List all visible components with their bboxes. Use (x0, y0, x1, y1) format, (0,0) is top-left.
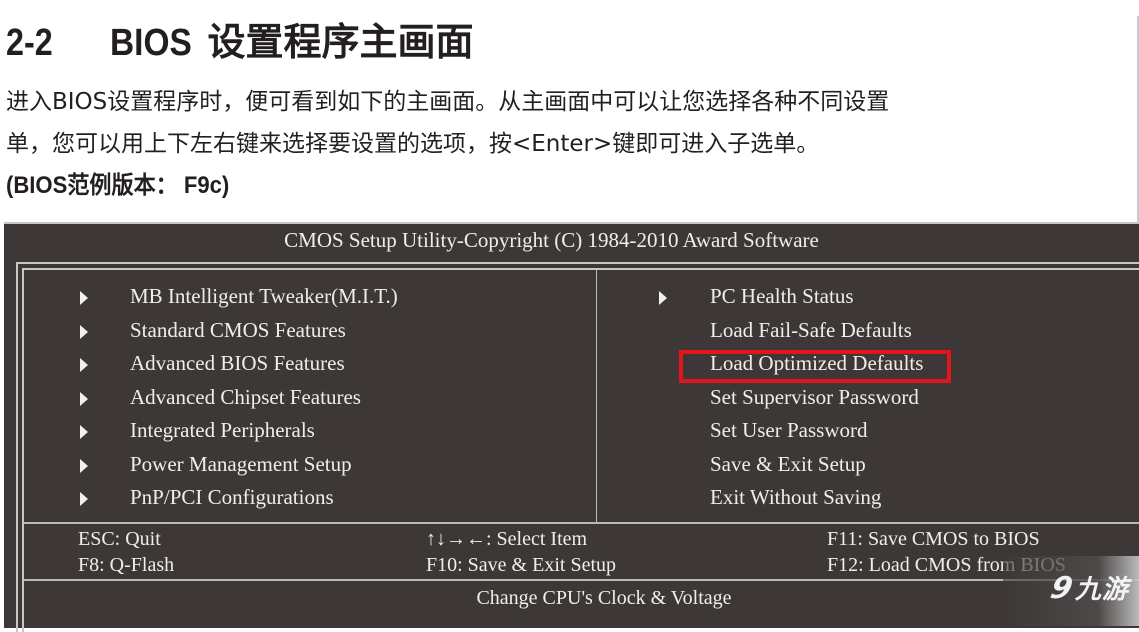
submenu-arrow-icon (80, 324, 88, 339)
submenu-arrow-icon (80, 492, 88, 506)
right-menu: PC Health Status Load Fail-Safe Defaults… (597, 280, 1139, 515)
menu-item-label: PnP/PCI Configurations (130, 485, 334, 509)
watermark-logo-text: 九游 (1074, 575, 1129, 605)
left-menu: MB Intelligent Tweaker(M.I.T.) Standard … (24, 280, 596, 515)
key-f11-save-cmos: F11: Save CMOS to BIOS (827, 528, 1040, 550)
menu-item-integrated-peripherals[interactable]: Integrated Peripherals (24, 414, 596, 448)
menu-item-standard-cmos-features[interactable]: Standard CMOS Features (24, 314, 596, 348)
bios-outer-frame: MB Intelligent Tweaker(M.I.T.) Standard … (16, 262, 1139, 632)
menu-item-label: Set Supervisor Password (710, 384, 919, 409)
section-title-cjk: 设置程序主画面 (207, 22, 474, 64)
submenu-arrow-icon (80, 425, 88, 439)
menu-item-label: Integrated Peripherals (130, 418, 315, 442)
key-esc-quit: ESC: Quit (78, 528, 161, 550)
menu-item-label: PC Health Status (710, 284, 854, 308)
key-f10-save-exit: F10: Save & Exit Setup (426, 554, 616, 576)
menu-item-label: MB Intelligent Tweaker(M.I.T.) (130, 284, 398, 308)
bios-version-note: (BIOS范例版本： F9c) (6, 172, 230, 199)
intro-paragraph-line-2: 单，您可以用上下左右键来选择要设置的选项，按<Enter>键即可进入子选单。 (6, 131, 820, 157)
menu-item-label: Set User Password (710, 418, 868, 442)
site-watermark: 9九游 (1003, 556, 1139, 626)
menu-item-advanced-chipset-features[interactable]: Advanced Chipset Features (24, 381, 596, 415)
menu-item-label: Load Optimized Defaults (710, 351, 924, 375)
menu-item-label: Save & Exit Setup (710, 451, 866, 476)
menu-item-save-exit-setup[interactable]: Save & Exit Setup (597, 448, 1139, 482)
bios-title-bar: CMOS Setup Utility-Copyright (C) 1984-20… (284, 228, 819, 252)
submenu-arrow-icon (80, 458, 88, 473)
menu-item-label: Standard CMOS Features (130, 317, 346, 342)
menu-item-label: Power Management Setup (130, 451, 352, 476)
key-arrows-select: ↑↓→←: Select Item (426, 528, 588, 550)
menu-item-pc-health-status[interactable]: PC Health Status (597, 280, 1139, 314)
watermark-logo-icon: 9 (1047, 571, 1077, 606)
submenu-arrow-icon (80, 391, 88, 406)
watermark-logo: 9九游 (1047, 571, 1129, 607)
menu-item-set-user-password[interactable]: Set User Password (597, 414, 1139, 448)
submenu-arrow-icon (659, 291, 667, 305)
menu-item-pnp-pci-configurations[interactable]: PnP/PCI Configurations (24, 481, 596, 515)
submenu-arrow-icon (80, 291, 88, 305)
menu-item-label: Exit Without Saving (710, 485, 882, 509)
bios-inner-frame: MB Intelligent Tweaker(M.I.T.) Standard … (22, 268, 1139, 632)
key-legend: ESC: Quit F8: Q-Flash ↑↓→←: Select Item … (24, 524, 1139, 581)
menu-item-exit-without-saving[interactable]: Exit Without Saving (597, 481, 1139, 515)
menu-item-mb-intelligent-tweaker[interactable]: MB Intelligent Tweaker(M.I.T.) (24, 280, 596, 314)
menu-item-label: Advanced BIOS Features (130, 351, 345, 375)
key-f8-qflash: F8: Q-Flash (78, 554, 175, 576)
status-help-line: Change CPU's Clock & Voltage (24, 581, 1139, 621)
bios-screen: CMOS Setup Utility-Copyright (C) 1984-20… (4, 222, 1139, 632)
intro-paragraph-line-1: 进入BIOS设置程序时，便可看到如下的主画面。从主画面中可以让您选择各种不同设置 (6, 89, 890, 115)
menu-item-advanced-bios-features[interactable]: Advanced BIOS Features (24, 347, 596, 381)
status-help-text: Change CPU's Clock & Voltage (476, 587, 732, 609)
menu-item-label: Advanced Chipset Features (130, 384, 361, 409)
section-title: BIOS 设置程序主画面 (110, 14, 473, 72)
menu-item-load-fail-safe-defaults[interactable]: Load Fail-Safe Defaults (597, 314, 1139, 348)
menu-item-set-supervisor-password[interactable]: Set Supervisor Password (597, 381, 1139, 415)
section-title-latin: BIOS (110, 22, 192, 64)
section-heading: 2-2 BIOS 设置程序主画面 (6, 14, 473, 72)
section-number: 2-2 (6, 22, 53, 64)
menu-item-load-optimized-defaults[interactable]: Load Optimized Defaults (597, 347, 1139, 383)
submenu-arrow-icon (80, 358, 88, 372)
menu-item-power-management-setup[interactable]: Power Management Setup (24, 448, 596, 482)
menu-item-label: Load Fail-Safe Defaults (710, 317, 912, 342)
bios-menu-area: MB Intelligent Tweaker(M.I.T.) Standard … (24, 270, 1139, 524)
